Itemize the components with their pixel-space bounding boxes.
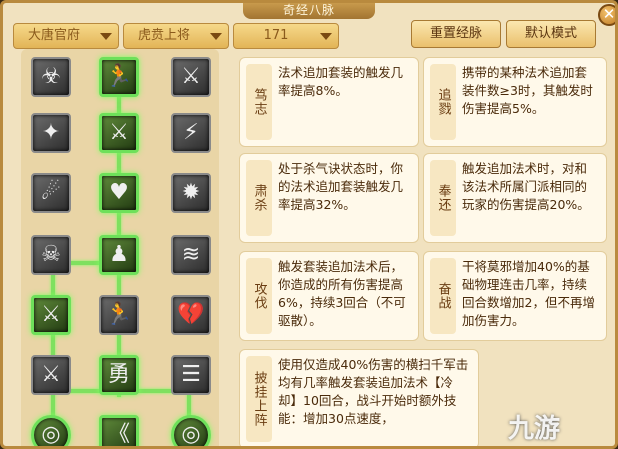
skill-card[interactable]: 笃志 法术追加套装的触发几率提高8%。 (239, 57, 419, 147)
skill-card[interactable]: 奋战 干将莫邪增加40%的基础物理连击几率，持续回合数增加2，但不再增加伤害力。 (423, 251, 607, 341)
skill-card[interactable]: 肃杀 处于杀气诀状态时，你的法术追加套装触发几率提高32%。 (239, 153, 419, 243)
rank-dropdown[interactable]: 虎贲上将 (123, 23, 229, 49)
skill-name: 肃杀 (251, 184, 267, 212)
skill-name: 披挂上阵 (251, 371, 267, 427)
skill-desc: 触发追加法术时，对和该法术所属门派相同的玩家的伤害提高20%。 (462, 161, 590, 212)
skill-card[interactable]: 追戮 携带的某种法术追加套装件数≥3时，其触发时伤害提高5%。 (423, 57, 607, 147)
talent-icon[interactable]: ⚔ (99, 113, 139, 153)
skill-desc: 触发套装追加法术后，你造成的所有伤害提高6%，持续3回合（不可驱散）。 (278, 259, 406, 328)
skill-desc: 干将莫邪增加40%的基础物理连击几率，持续回合数增加2，但不再增加伤害力。 (462, 259, 595, 328)
talent-icon[interactable]: ⚔ (31, 355, 71, 395)
watermark-logo: 九游 (508, 414, 561, 444)
talent-icon[interactable]: ◎ (31, 415, 71, 446)
skill-card[interactable]: 奉还 触发追加法术时，对和该法术所属门派相同的玩家的伤害提高20%。 (423, 153, 607, 243)
level-value: 171 (263, 28, 289, 43)
talent-icon[interactable]: ☣ (31, 57, 71, 97)
default-mode-button[interactable]: 默认模式 (506, 20, 596, 48)
talent-icon[interactable]: ♥ (99, 173, 139, 213)
talent-icon[interactable]: 💔 (171, 295, 211, 335)
skill-name: 笃志 (251, 88, 267, 116)
level-dropdown[interactable]: 171 (233, 23, 339, 49)
tree-connector (51, 261, 55, 441)
skill-card[interactable]: 披挂上阵 使用仅造成40%伤害的横扫千军击均有几率触发套装追加法术【冷却】10回… (239, 349, 479, 446)
talent-icon[interactable]: 《 (99, 415, 139, 446)
talent-icon[interactable]: ☠ (31, 235, 71, 275)
skill-name: 追戮 (435, 88, 451, 116)
skill-desc: 处于杀气诀状态时，你的法术追加套装触发几率提高32%。 (278, 161, 404, 212)
talent-icon[interactable]: ♟ (99, 235, 139, 275)
talent-icon[interactable]: ☄ (31, 173, 71, 213)
talent-icon[interactable]: ✦ (31, 113, 71, 153)
sect-dropdown[interactable]: 大唐官府 (13, 23, 119, 49)
talent-icon[interactable]: ≋ (171, 235, 211, 275)
meridian-panel: 奇经八脉 ✕ 大唐官府 虎贲上将 171 重置经脉 默认模式 ☣ 🏃 ⚔ ✦ ⚔… (0, 0, 618, 449)
skill-description-list: 笃志 法术追加套装的触发几率提高8%。 追戮 携带的某种法术追加套装件数≥3时，… (231, 49, 615, 446)
meridian-tree: ☣ 🏃 ⚔ ✦ ⚔ ⚡ ☄ ♥ ✹ ☠ ♟ ≋ ⚔ 🏃 💔 ⚔ 勇 ☰ ◎ 《 … (21, 49, 219, 446)
sect-value: 大唐官府 (28, 28, 81, 43)
reset-meridian-button[interactable]: 重置经脉 (411, 20, 501, 48)
talent-icon[interactable]: 勇 (99, 355, 139, 395)
chevron-down-icon (210, 33, 222, 40)
skill-desc: 携带的某种法术追加套装件数≥3时，其触发时伤害提高5%。 (462, 65, 593, 116)
skill-name: 奋战 (435, 282, 451, 310)
chevron-down-icon (320, 33, 332, 40)
rank-value: 虎贲上将 (138, 28, 191, 43)
skill-name: 攻伐 (251, 282, 267, 310)
talent-icon[interactable]: ⚔ (31, 295, 71, 335)
close-button[interactable]: ✕ (598, 4, 616, 26)
window-title: 奇经八脉 (243, 3, 375, 19)
talent-icon[interactable]: ⚔ (171, 57, 211, 97)
skill-desc: 使用仅造成40%伤害的横扫千军击均有几率触发套装追加法术【冷却】10回合，战斗开… (278, 357, 469, 426)
chevron-down-icon (100, 33, 112, 40)
talent-icon[interactable]: ✹ (171, 173, 211, 213)
talent-icon[interactable]: 🏃 (99, 57, 139, 97)
talent-icon[interactable]: ☰ (171, 355, 211, 395)
talent-icon[interactable]: ⚡ (171, 113, 211, 153)
skill-desc: 法术追加套装的触发几率提高8%。 (278, 65, 404, 98)
talent-icon[interactable]: ◎ (171, 415, 211, 446)
close-icon: ✕ (602, 5, 616, 23)
skill-name: 奉还 (435, 184, 451, 212)
skill-card[interactable]: 攻伐 触发套装追加法术后，你造成的所有伤害提高6%，持续3回合（不可驱散）。 (239, 251, 419, 341)
talent-icon[interactable]: 🏃 (99, 295, 139, 335)
